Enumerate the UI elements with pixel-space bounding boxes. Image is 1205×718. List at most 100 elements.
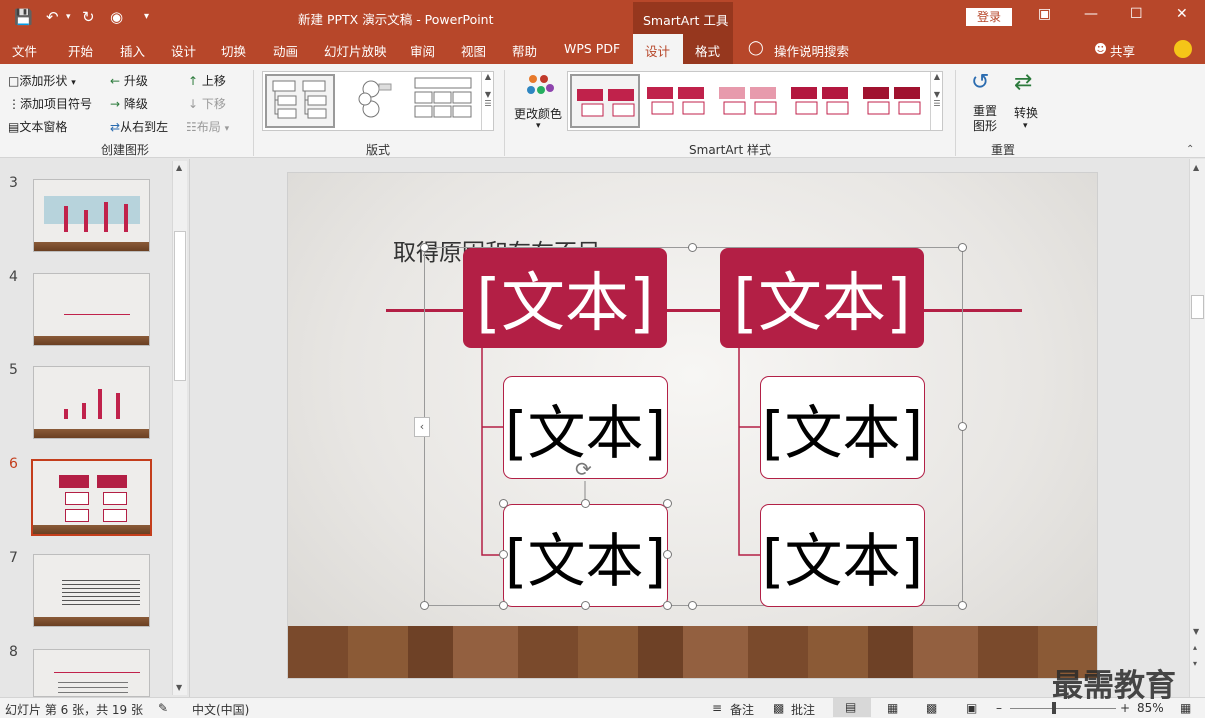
tab-home[interactable]: 开始 — [68, 41, 93, 60]
add-shape-button[interactable]: □添加形状 ▾ — [8, 72, 76, 89]
layout-option-3[interactable] — [413, 74, 479, 128]
style-option-5[interactable] — [860, 80, 924, 130]
layout-option-2[interactable] — [343, 74, 409, 128]
language-indicator[interactable]: 中文(中国) — [192, 701, 249, 718]
slide-thumbnail-5[interactable] — [33, 366, 150, 439]
shape-handle[interactable] — [663, 499, 672, 508]
tab-help[interactable]: 帮助 — [512, 41, 537, 60]
zoom-slider-track[interactable] — [1010, 708, 1116, 709]
collapse-ribbon-icon[interactable]: ⌃ — [1186, 144, 1194, 155]
spellcheck-icon[interactable]: ✎ — [158, 701, 168, 715]
style-option-4[interactable] — [788, 80, 852, 130]
styles-scroll[interactable]: ▲ ▼ ☰ — [930, 72, 943, 130]
layout-button[interactable]: ☷布局 ▾ — [186, 118, 229, 135]
tab-slideshow[interactable]: 幻灯片放映 — [324, 41, 387, 60]
slideshow-icon[interactable]: ▣ — [966, 701, 977, 715]
layouts-scroll[interactable]: ▲ ▼ ☰ — [481, 72, 494, 130]
move-down-button[interactable]: ↓ 下移 — [188, 95, 226, 112]
fit-to-window-icon[interactable]: ▦ — [1180, 701, 1191, 715]
smartart-child-4[interactable]: [文本] — [760, 504, 925, 607]
close-icon[interactable]: ✕ — [1176, 6, 1188, 22]
canvas-scroll-handle[interactable] — [1191, 295, 1204, 319]
resize-handle[interactable] — [420, 243, 429, 252]
shape-handle[interactable] — [581, 601, 590, 610]
slide-sorter-icon[interactable]: ▦ — [887, 701, 898, 715]
shape-handle[interactable] — [499, 550, 508, 559]
shape-handle[interactable] — [499, 601, 508, 610]
normal-view-button[interactable]: ▤ — [833, 698, 871, 717]
resize-handle[interactable] — [688, 601, 697, 610]
resize-handle[interactable] — [688, 243, 697, 252]
share-icon[interactable]: ☻ — [1094, 41, 1107, 56]
shape-handle[interactable] — [581, 499, 590, 508]
slide-thumbnail-6-active[interactable] — [31, 459, 152, 536]
customize-qat-icon[interactable]: ▾ — [144, 11, 149, 22]
resize-handle[interactable] — [958, 601, 967, 610]
tab-design[interactable]: 设计 — [171, 41, 196, 60]
tab-transitions[interactable]: 切换 — [221, 41, 246, 60]
minimize-icon[interactable]: — — [1084, 6, 1098, 22]
style-option-selected[interactable] — [570, 74, 640, 128]
style-option-2[interactable] — [644, 80, 708, 130]
ribbon-display-icon[interactable]: ▣ — [1038, 6, 1051, 22]
scroll-down-icon[interactable]: ▼ — [176, 683, 182, 692]
share-button[interactable]: 共享 — [1110, 41, 1135, 60]
previous-slide-icon[interactable]: ▴ — [1193, 643, 1197, 652]
smiley-feedback-icon[interactable] — [1174, 40, 1192, 58]
undo-dropdown-icon[interactable]: ▾ — [66, 12, 71, 22]
undo-icon[interactable]: ↶ — [46, 8, 59, 26]
tab-smartart-design-active[interactable]: 设计 — [633, 34, 683, 64]
layout-option-selected[interactable] — [265, 74, 335, 128]
demote-button[interactable]: → 降级 — [110, 95, 148, 112]
save-icon[interactable]: 💾 — [14, 8, 33, 26]
reset-graphic-button[interactable]: ↺ 重置图形 — [963, 70, 1005, 140]
right-to-left-button[interactable]: ⇄从右到左 — [110, 118, 168, 135]
scroll-up-icon[interactable]: ▲ — [1193, 163, 1199, 172]
maximize-icon[interactable]: ☐ — [1130, 6, 1143, 22]
next-slide-icon[interactable]: ▾ — [1193, 659, 1197, 668]
zoom-out-icon[interactable]: – — [996, 701, 1002, 715]
tell-me-search[interactable]: 操作说明搜索 — [774, 41, 849, 60]
convert-button[interactable]: ⇄ 转换 ▾ — [1008, 70, 1046, 140]
shape-handle[interactable] — [663, 601, 672, 610]
rotate-handle-icon[interactable]: ⟳ — [575, 457, 592, 481]
thumb-scroll-handle[interactable] — [174, 231, 186, 381]
login-button[interactable]: 登录 — [966, 8, 1012, 26]
thumb-scrollbar[interactable]: ▲ ▼ — [172, 161, 187, 695]
redo-icon[interactable]: ↻ — [82, 8, 95, 26]
text-pane-button[interactable]: ▤文本窗格 — [8, 118, 67, 135]
scroll-down-icon[interactable]: ▼ — [1193, 627, 1199, 636]
tab-insert[interactable]: 插入 — [120, 41, 145, 60]
slide-thumbnail-8[interactable] — [33, 649, 150, 697]
reading-view-icon[interactable]: ▩ — [926, 701, 937, 715]
move-up-button[interactable]: ↑ 上移 — [188, 72, 226, 89]
comments-button[interactable]: 批注 — [791, 701, 815, 718]
tab-format[interactable]: 格式 — [683, 34, 733, 64]
smartart-child-2[interactable]: [文本] — [760, 376, 925, 479]
tab-review[interactable]: 审阅 — [410, 41, 435, 60]
canvas-scrollbar[interactable]: ▲ ▼ ▴ ▾ — [1189, 159, 1205, 697]
notes-button[interactable]: 备注 — [730, 701, 754, 718]
change-colors-button[interactable]: 更改颜色 ▾ — [512, 70, 564, 136]
shape-handle[interactable] — [499, 499, 508, 508]
smartart-parent-2[interactable]: [文本] — [720, 248, 924, 348]
slide-thumbnail-3[interactable] — [33, 179, 150, 252]
resize-handle[interactable] — [958, 422, 967, 431]
add-bullet-button[interactable]: ⋮添加项目符号 — [8, 95, 92, 112]
resize-handle[interactable] — [958, 243, 967, 252]
tab-file[interactable]: 文件 — [12, 41, 37, 60]
smartart-parent-1[interactable]: [文本] — [463, 248, 667, 348]
tab-wps-pdf[interactable]: WPS PDF — [564, 41, 620, 56]
slide-thumbnail-4[interactable] — [33, 273, 150, 346]
scroll-up-icon[interactable]: ▲ — [176, 163, 182, 172]
shape-handle[interactable] — [663, 550, 672, 559]
slide[interactable]: 取得原因和存在不足 ‹ [文本] [文本] [文本] [文本] [文本] [文本… — [287, 172, 1098, 679]
present-icon[interactable]: ◉ — [110, 8, 123, 26]
style-option-3[interactable] — [716, 80, 780, 130]
smartart-child-3-selected[interactable]: [文本] — [503, 504, 668, 607]
resize-handle[interactable] — [420, 601, 429, 610]
promote-button[interactable]: ← 升级 — [110, 72, 148, 89]
tab-view[interactable]: 视图 — [461, 41, 486, 60]
tab-animations[interactable]: 动画 — [273, 41, 298, 60]
slide-thumbnail-7[interactable] — [33, 554, 150, 627]
